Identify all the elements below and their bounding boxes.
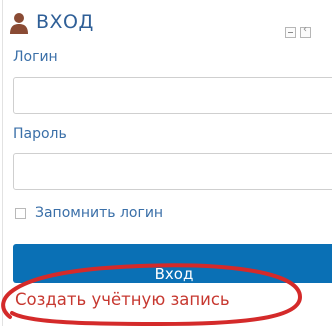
login-panel: ВХОД Логин Пароль Запомнить логин Вход С… — [2, 0, 332, 326]
login-button[interactable]: Вход — [13, 244, 332, 283]
login-panel-header: ВХОД — [3, 5, 332, 39]
login-title: ВХОД — [36, 11, 94, 33]
username-label: Логин — [13, 49, 58, 65]
password-input[interactable] — [13, 153, 332, 190]
username-input[interactable] — [13, 77, 332, 114]
password-label: Пароль — [13, 126, 67, 142]
remember-login-label: Запомнить логин — [35, 205, 164, 221]
login-button-label: Вход — [154, 264, 194, 283]
user-icon — [10, 13, 28, 34]
remember-login-checkbox[interactable] — [15, 208, 26, 219]
minimize-icon[interactable] — [285, 27, 296, 38]
dock-icon[interactable] — [300, 24, 311, 38]
create-account-link[interactable]: Создать учётную запись — [15, 290, 230, 309]
